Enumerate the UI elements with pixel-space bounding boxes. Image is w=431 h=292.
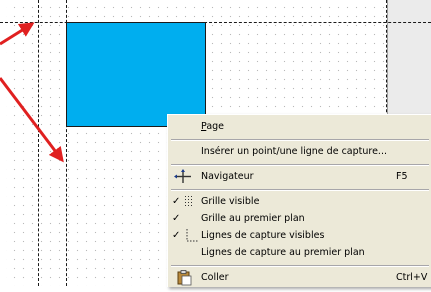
snap-line-vertical[interactable]: [38, 0, 39, 286]
snap-line-horizontal[interactable]: [0, 22, 431, 23]
menu-item-grid-visible-label: Grille visible: [201, 196, 260, 207]
menu-item-snap-lines-foreground-label: Lignes de capture au premier plan: [201, 247, 365, 258]
context-menu: Page Insérer un point/une ligne de captu…: [167, 114, 431, 287]
menu-item-shortcut: Ctrl+V: [396, 272, 428, 283]
menu-item-paste-label: Coller: [201, 272, 229, 283]
menu-separator: [171, 164, 429, 166]
menu-item-snap-lines-foreground[interactable]: Lignes de capture au premier plan: [168, 244, 431, 261]
menu-item-navigator[interactable]: Navigateur F5: [168, 168, 431, 185]
menu-item-navigator-label: Navigateur: [201, 171, 254, 182]
menu-separator: [171, 265, 429, 267]
paste-icon: [171, 269, 199, 286]
snap-lines-icon: [171, 227, 199, 244]
menu-item-grid-visible[interactable]: ✓ Grille visible: [168, 193, 431, 210]
menu-item-paste[interactable]: Coller Ctrl+V: [168, 269, 431, 286]
menu-separator: [171, 189, 429, 191]
checkmark-icon: ✓: [172, 213, 181, 224]
menu-item-snap-lines-visible-label: Lignes de capture visibles: [201, 230, 325, 241]
menu-item-shortcut: F5: [396, 171, 408, 182]
menu-item-page-label: age: [206, 121, 225, 132]
menu-item-grid-foreground-label: Grille au premier plan: [201, 213, 305, 224]
menu-item-label: Page: [201, 121, 225, 132]
menu-item-insert-label: Insérer un point/une ligne de capture...: [201, 146, 387, 157]
menu-item-insert-snap-point[interactable]: Insérer un point/une ligne de capture...: [168, 143, 431, 160]
grid-icon: [171, 193, 199, 210]
menu-separator: [171, 139, 429, 141]
menu-item-page[interactable]: Page: [168, 118, 431, 135]
blue-rectangle-shape[interactable]: [66, 22, 206, 127]
menu-item-grid-foreground[interactable]: ✓ Grille au premier plan: [168, 210, 431, 227]
menu-item-snap-lines-visible[interactable]: ✓ Lignes de capture visibles: [168, 227, 431, 244]
navigator-icon: [171, 168, 199, 185]
